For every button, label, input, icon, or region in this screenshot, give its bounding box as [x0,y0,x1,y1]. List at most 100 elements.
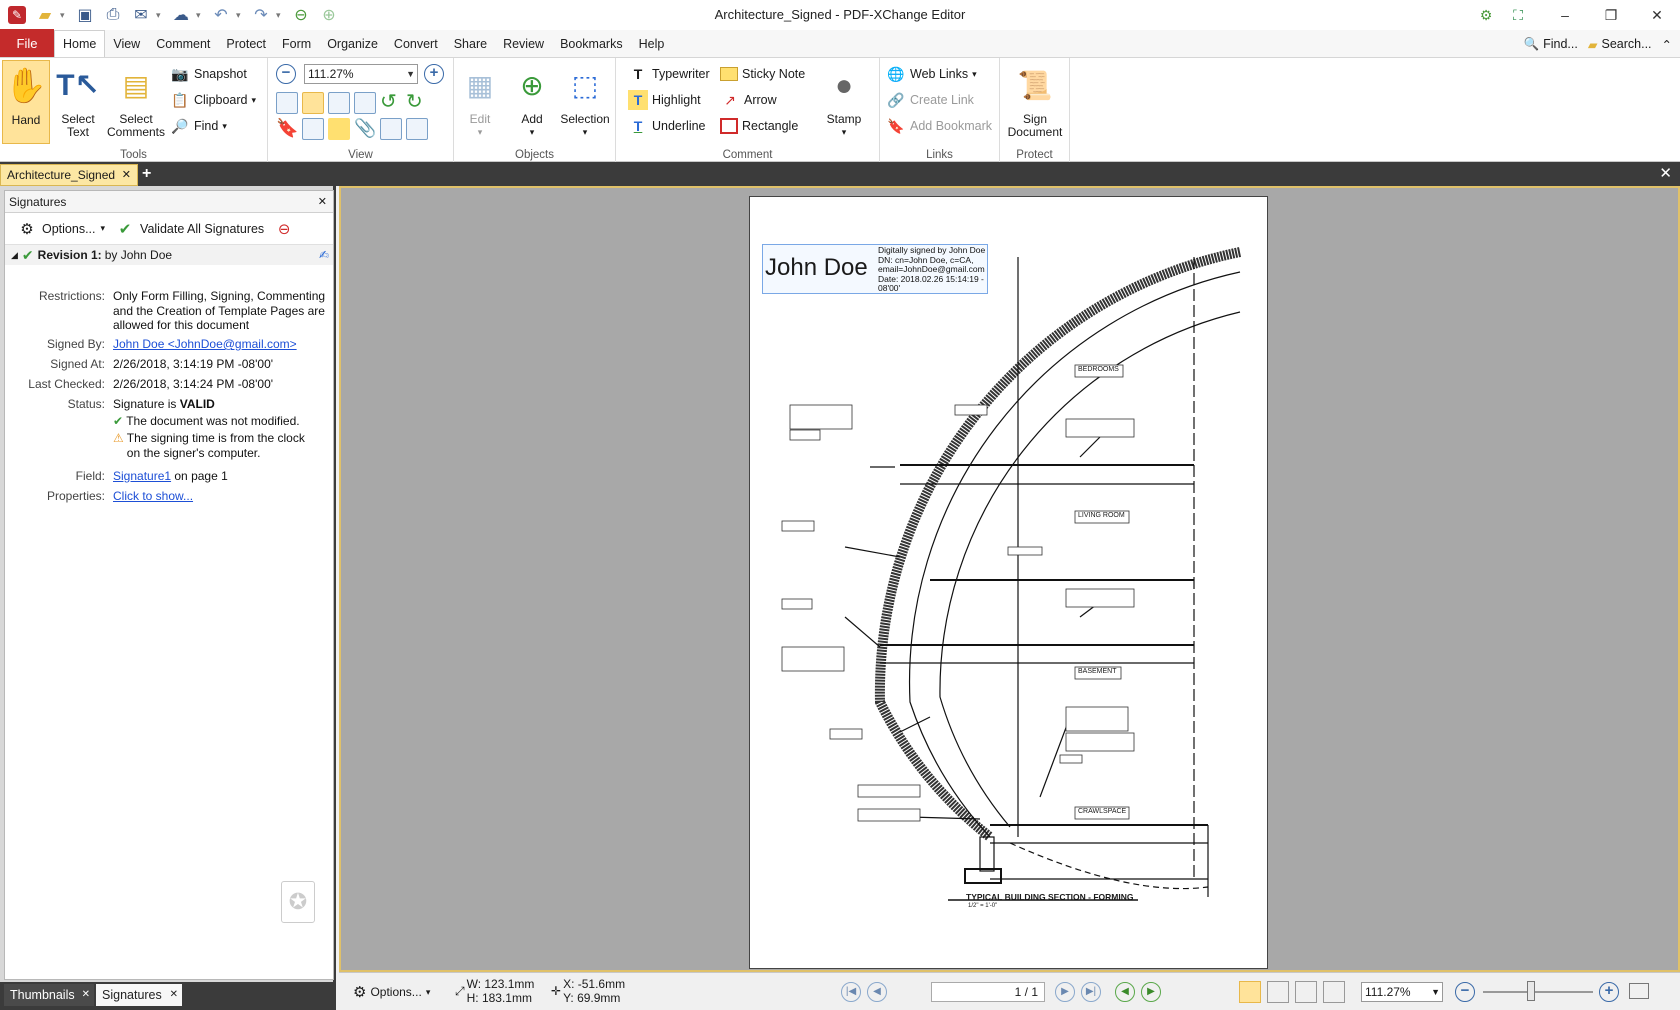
properties-icon[interactable] [380,118,402,140]
settings-icon[interactable]: ⚙ [1474,3,1498,27]
facing-icon[interactable] [1295,981,1317,1003]
status-zoom-select[interactable]: 111.27% ▼ [1361,982,1443,1002]
tab-organize[interactable]: Organize [319,31,386,57]
previous-page-icon[interactable]: ◀ [867,982,887,1002]
close-button[interactable]: ✕ [1634,0,1680,30]
rectangle-button[interactable]: Rectangle [720,114,798,138]
expand-icon[interactable]: ◢ [11,250,18,261]
sign-document-button[interactable]: 📜 Sign Document [1004,60,1066,139]
stamp-button[interactable]: ● Stamp ▾ [818,60,870,139]
last-page-icon[interactable]: ▶| [1081,982,1101,1002]
fit-width-icon[interactable] [328,92,350,114]
status-zoom-in-icon[interactable]: + [1599,982,1619,1002]
tab-home[interactable]: Home [54,30,106,57]
options-button[interactable]: ⚙ Options... ▾ [17,219,105,239]
file-menu[interactable]: File [0,29,54,57]
clear-validation-button[interactable]: ⊖ [274,219,294,239]
selection-button[interactable]: ⬚ Selection ▾ [558,60,612,139]
tab-comment[interactable]: Comment [148,31,218,57]
typewriter-button[interactable]: T Typewriter [628,62,710,86]
tab-help[interactable]: Help [631,31,673,57]
dropdown-arrow-icon[interactable]: ▾ [236,3,246,27]
cloud-icon[interactable]: ☁ [168,3,194,27]
select-text-button[interactable]: T↖ Select Text [53,60,103,139]
zoom-slider-handle[interactable] [1527,981,1535,1001]
first-page-icon[interactable]: |◀ [841,982,861,1002]
clipboard-button[interactable]: 📋 Clipboard ▾ [170,88,256,112]
tab-protect[interactable]: Protect [218,31,274,57]
select-comments-button[interactable]: ▤ Select Comments [106,60,166,139]
edit-button[interactable]: ▦ Edit ▾ [458,60,502,139]
single-page-icon[interactable] [1239,981,1261,1003]
arrow-button[interactable]: ↗ Arrow [720,88,777,112]
forward-view-icon[interactable]: ▶ [1141,982,1161,1002]
rotate-right-icon[interactable]: ↻ [406,92,428,114]
document-view[interactable]: John Doe Digitally signed by John Doe DN… [339,186,1680,972]
close-tab-icon[interactable]: ✕ [170,984,178,1006]
tab-view[interactable]: View [105,31,148,57]
fullscreen-icon[interactable]: ⛶ [1506,3,1530,27]
new-tab-icon[interactable]: + [142,165,151,183]
signature-field-link[interactable]: Signature1 [113,469,171,483]
web-links-button[interactable]: 🌐 Web Links ▾ [886,62,976,86]
rotate-left-icon[interactable]: ↺ [380,92,402,114]
thumbnails-tab[interactable]: Thumbnails ✕ [4,984,94,1006]
revision-row[interactable]: ◢ ✔ Revision 1: by John Doe ✍ [5,245,333,265]
underline-button[interactable]: T Underline [628,114,706,138]
close-tab-icon[interactable]: ✕ [82,984,90,1006]
forward-icon[interactable]: ⊕ [316,3,342,27]
app-logo-icon[interactable]: ✎ [4,3,30,27]
zoom-out-icon[interactable]: − [276,64,296,84]
signed-by-link[interactable]: John Doe <JohnDoe@gmail.com> [113,337,297,352]
fit-page-icon[interactable] [302,92,324,114]
save-icon[interactable]: ▣ [72,3,98,27]
dropdown-arrow-icon[interactable]: ▾ [276,3,286,27]
minimize-button[interactable]: – [1542,0,1588,30]
tab-convert[interactable]: Convert [386,31,446,57]
snapshot-button[interactable]: 📷 Snapshot [170,62,247,86]
add-bookmark-button[interactable]: 🔖 Add Bookmark [886,114,992,138]
properties-link[interactable]: Click to show... [113,489,193,504]
actual-size-icon[interactable] [276,92,298,114]
dropdown-arrow-icon[interactable]: ▾ [156,3,166,27]
signatures-tab[interactable]: Signatures ✕ [96,984,182,1006]
page-number-input[interactable]: 1 / 1 [931,982,1045,1002]
redo-icon[interactable]: ↷ [248,3,274,27]
back-view-icon[interactable]: ◀ [1115,982,1135,1002]
open-folder-icon[interactable]: ▰ [32,3,58,27]
search-button[interactable]: ▰ Search... [1588,37,1652,52]
status-zoom-out-icon[interactable]: − [1455,982,1475,1002]
comments-icon[interactable] [328,118,350,140]
next-page-icon[interactable]: ▶ [1055,982,1075,1002]
sticky-note-button[interactable]: Sticky Note [720,62,805,86]
hand-button[interactable]: ✋ Hand [2,60,50,144]
print-icon[interactable]: ⎙ [100,3,126,27]
find-button[interactable]: 🔍 Find... [1524,37,1578,52]
add-button[interactable]: ⊕ Add ▾ [510,60,554,139]
dropdown-arrow-icon[interactable]: ▾ [196,3,206,27]
fit-visible-icon[interactable] [354,92,376,114]
email-icon[interactable]: ✉ [128,3,154,27]
close-tab-icon[interactable]: ✕ [122,165,131,185]
validate-all-button[interactable]: ✔ Validate All Signatures [115,219,264,239]
undo-icon[interactable]: ↶ [208,3,234,27]
close-document-icon[interactable]: ✕ [1659,164,1672,182]
tab-bookmarks[interactable]: Bookmarks [552,31,631,57]
settings-view-icon[interactable] [406,118,428,140]
close-panel-icon[interactable]: ✕ [318,191,327,213]
zoom-in-icon[interactable]: + [424,64,444,84]
dropdown-arrow-icon[interactable]: ▾ [60,3,70,27]
highlight-button[interactable]: T Highlight [628,88,701,112]
create-link-button[interactable]: 🔗 Create Link [886,88,974,112]
screen-icon[interactable] [1629,983,1649,999]
attachment-icon[interactable]: 📎 [354,118,376,140]
pages-icon[interactable] [302,118,324,140]
signature-edit-icon[interactable]: ✍ [319,248,329,262]
document-tab[interactable]: Architecture_Signed ✕ [0,164,138,186]
back-icon[interactable]: ⊖ [288,3,314,27]
collapse-ribbon-icon[interactable]: ⌃ [1662,37,1672,52]
tab-share[interactable]: Share [446,31,495,57]
tab-review[interactable]: Review [495,31,552,57]
zoom-select[interactable]: 111.27% ▼ [304,64,418,84]
find-tool-button[interactable]: 🔎 Find ▾ [170,114,227,138]
